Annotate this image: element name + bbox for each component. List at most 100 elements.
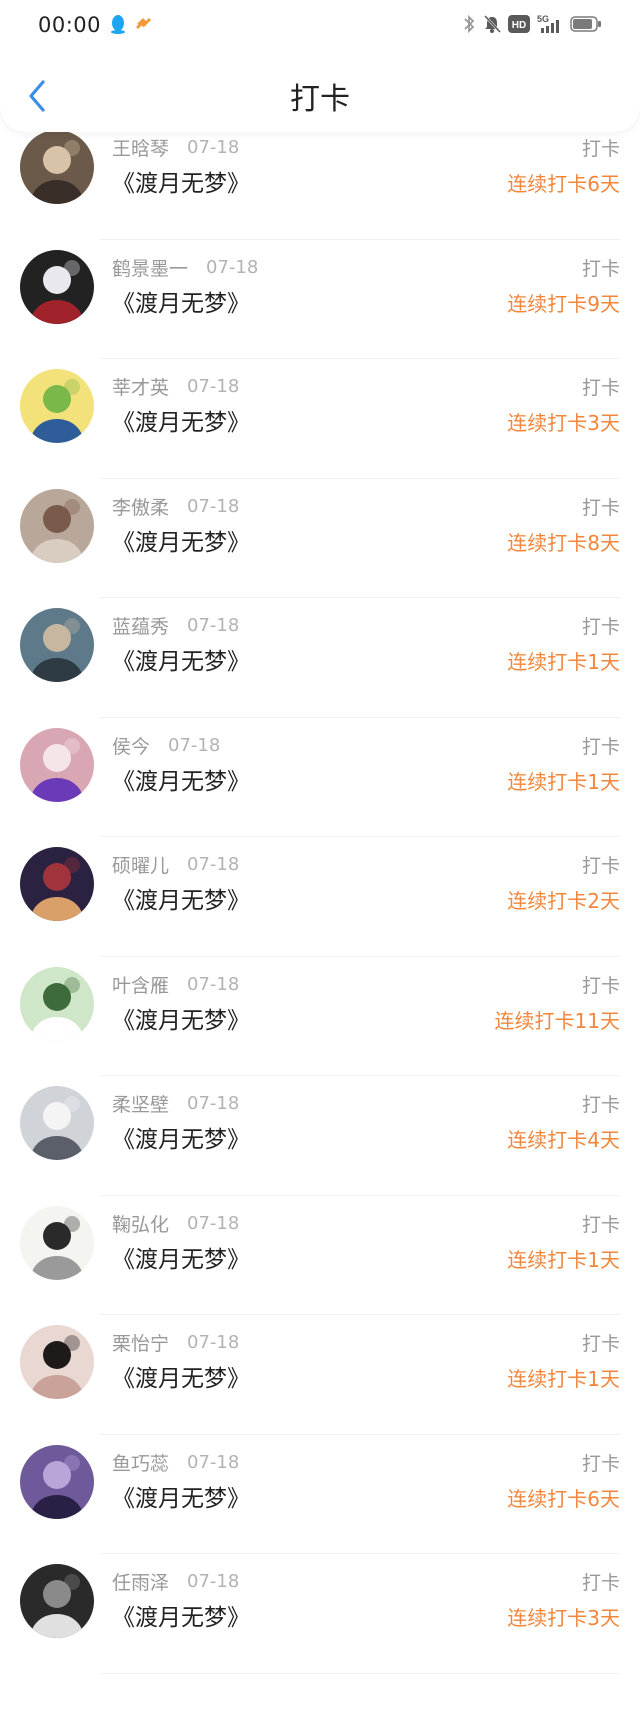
user-name: 鱼巧蕊 [112, 1452, 170, 1475]
post-date: 07-18 [187, 1212, 240, 1234]
book-title[interactable]: 《渡月无梦》 [112, 284, 250, 318]
avatar[interactable] [20, 369, 94, 443]
user-name: 鹤景墨一 [112, 257, 189, 280]
streak-text: 连续打卡1天 [507, 769, 620, 794]
name-row: 莘才英 07-18 [112, 373, 239, 400]
list-item[interactable]: 鹤景墨一 07-18 《渡月无梦》 打卡 连续打卡9天 [0, 239, 640, 359]
list-item[interactable]: 蓝蕴秀 07-18 《渡月无梦》 打卡 连续打卡1天 [0, 598, 640, 718]
user-name: 任雨泽 [112, 1572, 170, 1594]
streak-text: 连续打卡2天 [507, 889, 620, 913]
book-title[interactable]: 《渡月无梦》 [112, 1120, 250, 1154]
avatar[interactable] [20, 1564, 94, 1638]
status-app-icons [110, 14, 152, 34]
user-name: 侯今 [112, 735, 151, 758]
streak-text: 连续打卡9天 [507, 291, 620, 316]
avatar[interactable] [20, 608, 94, 682]
list-item[interactable]: 莘才英 07-18 《渡月无梦》 打卡 连续打卡3天 [0, 359, 640, 479]
nav-bar: 打卡 [0, 60, 640, 132]
name-row: 柔坚壁 07-18 [112, 1090, 239, 1117]
avatar[interactable] [20, 130, 94, 204]
list-item[interactable]: 侯今 07-18 《渡月无梦》 打卡 连续打卡1天 [0, 717, 640, 837]
book-title[interactable]: 《渡月无梦》 [112, 881, 250, 915]
avatar[interactable] [20, 966, 94, 1041]
name-row: 鹤景墨一 07-18 [112, 254, 258, 281]
checkin-label: 打卡 [581, 735, 620, 758]
user-name: 蓝蕴秀 [112, 616, 170, 638]
post-date: 07-18 [187, 615, 240, 636]
list-item[interactable]: 鱼巧蕊 07-18 《渡月无梦》 打卡 连续打卡6天 [0, 1434, 640, 1554]
book-title[interactable]: 《渡月无梦》 [112, 403, 250, 437]
book-title[interactable]: 《渡月无梦》 [112, 762, 250, 796]
book-title[interactable]: 《渡月无梦》 [112, 523, 250, 557]
list-item[interactable]: 硕曜儿 07-18 《渡月无梦》 打卡 连续打卡2天 [0, 837, 640, 957]
avatar[interactable] [20, 727, 94, 802]
streak-text: 连续打卡1天 [507, 1367, 620, 1391]
bluetooth-icon [464, 14, 475, 34]
post-date: 07-18 [187, 1571, 240, 1592]
checkin-label: 打卡 [581, 1452, 620, 1475]
user-name: 硕曜儿 [112, 855, 170, 877]
checkin-label: 打卡 [581, 974, 620, 997]
divider [100, 1672, 620, 1674]
avatar[interactable] [20, 1325, 94, 1399]
streak-text: 连续打卡4天 [507, 1128, 620, 1152]
streak-text: 连续打卡1天 [507, 650, 620, 674]
avatar[interactable] [20, 1205, 94, 1280]
user-name: 鞠弘化 [112, 1213, 170, 1236]
user-name: 李傲柔 [112, 496, 170, 519]
post-date: 07-18 [168, 734, 221, 756]
list-item[interactable]: 任雨泽 07-18 《渡月无梦》 打卡 连续打卡3天 [0, 1554, 640, 1674]
checkin-label: 打卡 [581, 855, 620, 877]
checkin-label: 打卡 [581, 616, 620, 638]
list-item[interactable]: 叶含雁 07-18 《渡月无梦》 打卡 连续打卡11天 [0, 956, 640, 1076]
checkin-label: 打卡 [581, 1572, 620, 1594]
list-item[interactable]: 栗怡宁 07-18 《渡月无梦》 打卡 连续打卡1天 [0, 1315, 640, 1435]
page-title: 打卡 [290, 82, 350, 117]
streak-text: 连续打卡8天 [507, 530, 620, 555]
checkin-label: 打卡 [581, 1213, 620, 1236]
avatar[interactable] [20, 488, 94, 563]
post-date: 07-18 [187, 973, 240, 995]
avatar[interactable] [20, 847, 94, 921]
status-bar: 00:00 HD 5G [0, 0, 640, 50]
book-title[interactable]: 《渡月无梦》 [112, 1359, 250, 1393]
checkin-label: 打卡 [581, 257, 620, 280]
list-item[interactable]: 李傲柔 07-18 《渡月无梦》 打卡 连续打卡8天 [0, 478, 640, 598]
signal-5g-icon: 5G [537, 14, 559, 33]
post-date: 07-18 [187, 1093, 240, 1114]
checkin-page: 00:00 HD 5G 打卡 王晗琴 07-18 《渡月无梦》 打卡 连续打卡6… [0, 0, 640, 1711]
checkin-label: 打卡 [581, 1333, 620, 1355]
book-title[interactable]: 《渡月无梦》 [112, 1240, 250, 1274]
user-name: 叶含雁 [112, 974, 170, 997]
streak-text: 连续打卡6天 [507, 1486, 620, 1511]
user-name: 王晗琴 [112, 138, 170, 160]
post-date: 07-18 [206, 256, 259, 278]
name-row: 侯今 07-18 [112, 732, 220, 759]
book-title[interactable]: 《渡月无梦》 [112, 642, 250, 676]
book-title[interactable]: 《渡月无梦》 [112, 1598, 250, 1632]
avatar[interactable] [20, 1444, 94, 1519]
avatar[interactable] [20, 1086, 94, 1160]
streak-text: 连续打卡3天 [507, 1606, 620, 1630]
name-row: 李傲柔 07-18 [112, 493, 239, 520]
list-item[interactable]: 鞠弘化 07-18 《渡月无梦》 打卡 连续打卡1天 [0, 1195, 640, 1315]
checkin-label: 打卡 [581, 138, 620, 160]
avatar[interactable] [20, 249, 94, 324]
status-indicators: HD 5G [462, 14, 602, 34]
user-name: 莘才英 [112, 377, 170, 399]
name-row: 鱼巧蕊 07-18 [112, 1449, 239, 1476]
list-item[interactable]: 王晗琴 07-18 《渡月无梦》 打卡 连续打卡6天 [0, 120, 640, 240]
checkin-label: 打卡 [581, 377, 620, 399]
book-title[interactable]: 《渡月无梦》 [112, 1001, 250, 1035]
book-title[interactable]: 《渡月无梦》 [112, 1479, 250, 1513]
name-row: 王晗琴 07-18 [112, 134, 239, 161]
streak-text: 连续打卡11天 [494, 1008, 620, 1033]
checkin-list: 王晗琴 07-18 《渡月无梦》 打卡 连续打卡6天 鹤景墨一 07-18 《渡… [0, 120, 640, 1674]
streak-text: 连续打卡3天 [507, 411, 620, 435]
app-notification-icon [136, 18, 151, 29]
book-title[interactable]: 《渡月无梦》 [112, 164, 250, 198]
post-date: 07-18 [187, 854, 240, 875]
svg-text:5G: 5G [537, 14, 549, 24]
list-item[interactable]: 柔坚壁 07-18 《渡月无梦》 打卡 连续打卡4天 [0, 1076, 640, 1196]
name-row: 蓝蕴秀 07-18 [112, 612, 239, 639]
